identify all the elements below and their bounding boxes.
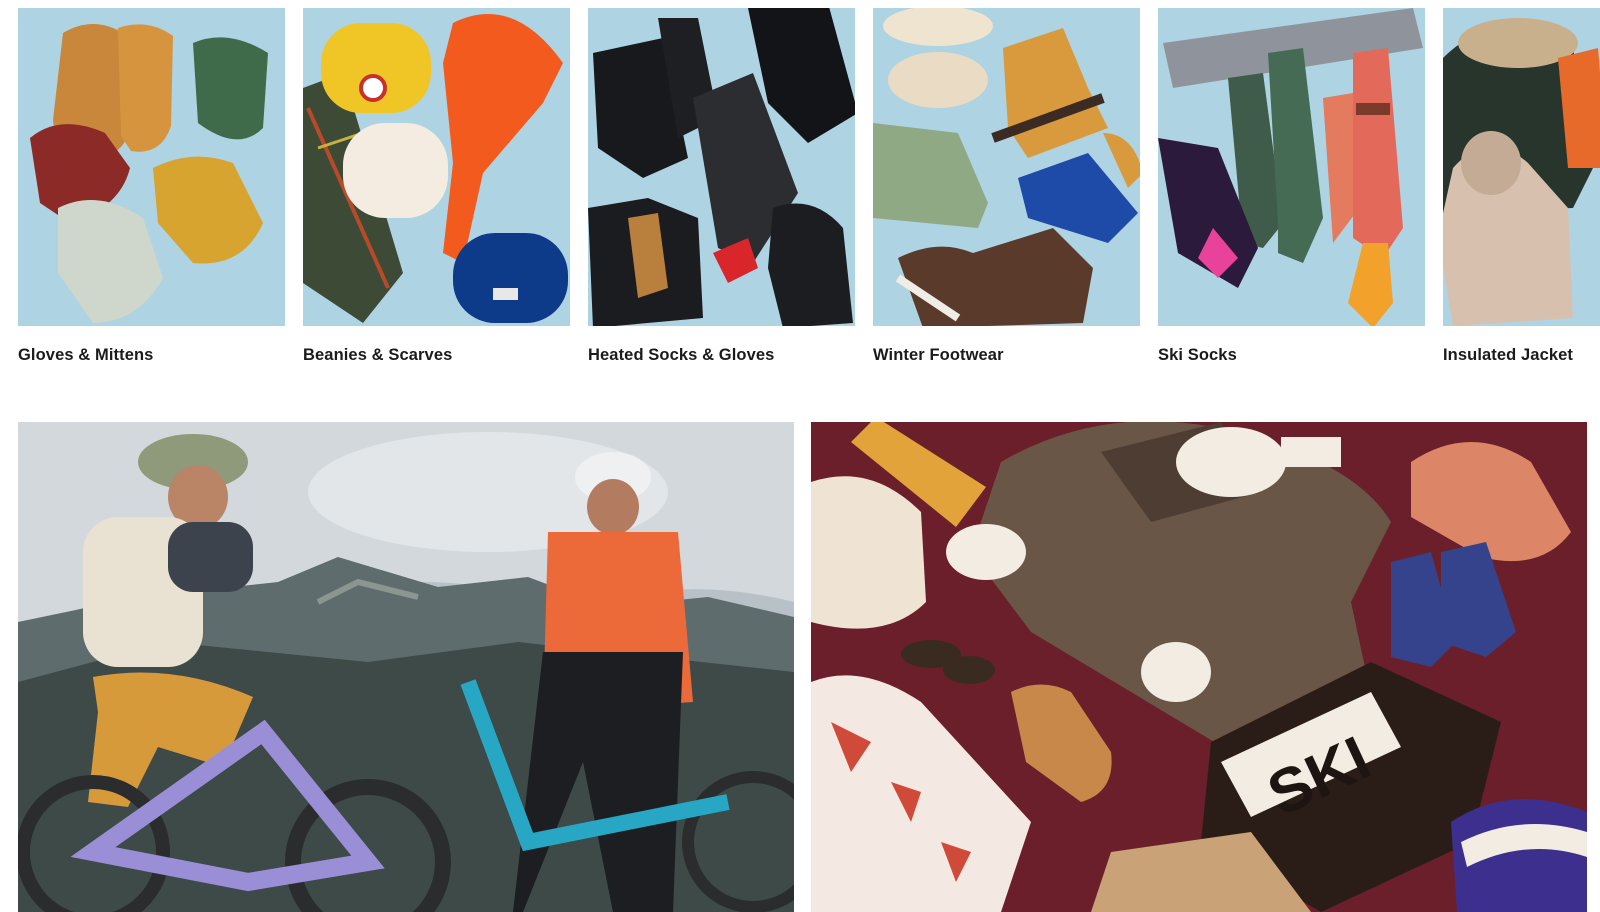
ski-socks-image[interactable] (1158, 8, 1425, 326)
winter-footwear-image[interactable] (873, 8, 1140, 326)
category-carousel: Gloves & Mittens Beanies & Scarves Heate… (18, 8, 1600, 388)
category-label[interactable]: Gloves & Mittens (18, 346, 285, 365)
category-card-beanies-scarves[interactable]: Beanies & Scarves (303, 8, 570, 365)
category-label[interactable]: Heated Socks & Gloves (588, 346, 855, 365)
promo-tile-mountain-biking[interactable] (18, 422, 794, 912)
category-card-heated-socks-gloves[interactable]: Heated Socks & Gloves (588, 8, 855, 365)
category-label[interactable]: Ski Socks (1158, 346, 1425, 365)
insulated-jackets-image[interactable] (1443, 8, 1600, 326)
gloves-mittens-image[interactable] (18, 8, 285, 326)
holiday-gifts-photo: SKI (811, 422, 1587, 912)
category-card-winter-footwear[interactable]: Winter Footwear (873, 8, 1140, 365)
category-card-gloves-mittens[interactable]: Gloves & Mittens (18, 8, 285, 365)
category-label[interactable]: Insulated Jacket (1443, 346, 1600, 365)
beanies-scarves-image[interactable] (303, 8, 570, 326)
promo-tile-holiday-gifts[interactable]: SKI (811, 422, 1587, 912)
category-label[interactable]: Winter Footwear (873, 346, 1140, 365)
mountain-biking-photo (18, 422, 794, 912)
category-label[interactable]: Beanies & Scarves (303, 346, 570, 365)
heated-socks-gloves-image[interactable] (588, 8, 855, 326)
category-card-insulated-jackets[interactable]: Insulated Jacket (1443, 8, 1600, 365)
category-row: Gloves & Mittens Beanies & Scarves Heate… (18, 8, 1600, 365)
category-card-ski-socks[interactable]: Ski Socks (1158, 8, 1425, 365)
